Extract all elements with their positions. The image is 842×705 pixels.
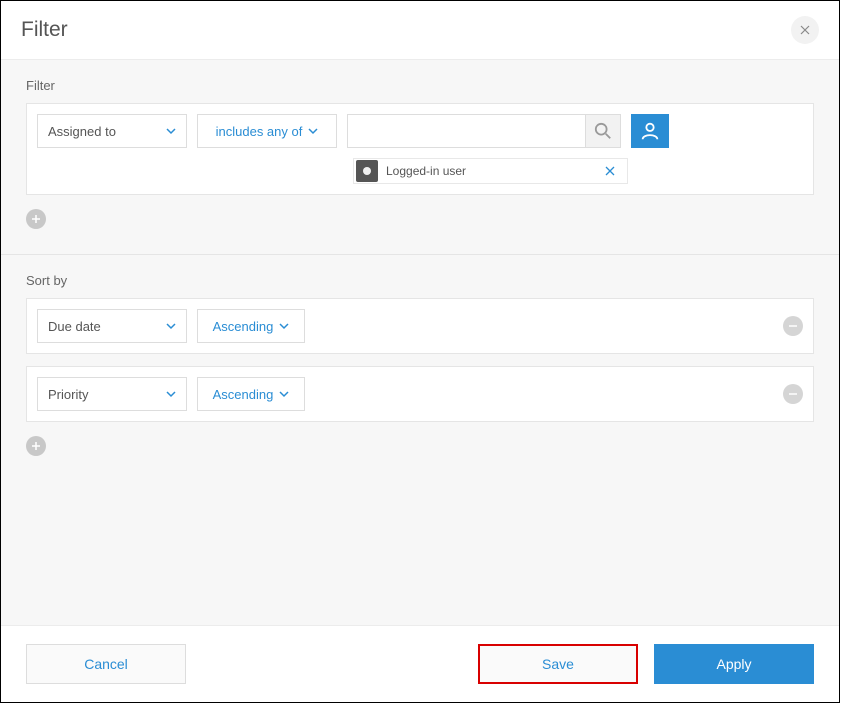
sort-section: Sort by Due date Ascending Priority [1, 255, 839, 474]
chevron-down-icon [166, 390, 176, 398]
dialog-title: Filter [21, 18, 68, 42]
chip-remove-button[interactable] [601, 163, 619, 179]
add-filter-button[interactable] [26, 209, 46, 229]
remove-sort-button[interactable] [783, 384, 803, 404]
sort-row-0: Due date Ascending [26, 298, 814, 354]
filter-section-label: Filter [26, 78, 814, 93]
search-group [347, 114, 621, 148]
plus-icon [31, 214, 41, 224]
close-icon [605, 166, 615, 176]
chevron-down-icon [279, 390, 289, 398]
filter-dialog: Filter Filter Assigned to includes any o… [0, 0, 840, 703]
dialog-content: Filter Assigned to includes any of [1, 60, 839, 625]
close-icon [800, 25, 810, 35]
dialog-footer: Cancel Save Apply [1, 625, 839, 702]
sort-row-1: Priority Ascending [26, 366, 814, 422]
sort-direction-select[interactable]: Ascending [197, 377, 305, 411]
add-sort-button[interactable] [26, 436, 46, 456]
sort-field-select[interactable]: Priority [37, 377, 187, 411]
minus-icon [788, 389, 798, 399]
chevron-down-icon [279, 322, 289, 330]
chevron-down-icon [166, 127, 176, 135]
dialog-header: Filter [1, 1, 839, 60]
plus-icon [31, 441, 41, 451]
filter-section: Filter Assigned to includes any of [1, 60, 839, 255]
chip-user-icon [356, 160, 378, 182]
minus-icon [788, 321, 798, 331]
apply-button[interactable]: Apply [654, 644, 814, 684]
sort-field-select[interactable]: Due date [37, 309, 187, 343]
sort-field-label: Due date [48, 319, 101, 334]
save-button[interactable]: Save [478, 644, 638, 684]
remove-sort-button[interactable] [783, 316, 803, 336]
filter-row: Assigned to includes any of [37, 114, 803, 148]
person-picker-button[interactable] [631, 114, 669, 148]
filter-value-input[interactable] [347, 114, 585, 148]
person-icon [639, 120, 661, 142]
filter-operator-select[interactable]: includes any of [197, 114, 337, 148]
search-button[interactable] [585, 114, 621, 148]
sort-direction-select[interactable]: Ascending [197, 309, 305, 343]
chevron-down-icon [166, 322, 176, 330]
sort-direction-label: Ascending [213, 319, 274, 334]
filter-chip: Logged-in user [353, 158, 628, 184]
chip-label: Logged-in user [380, 164, 601, 178]
sort-direction-label: Ascending [213, 387, 274, 402]
search-icon [594, 122, 612, 140]
filter-card: Assigned to includes any of [26, 103, 814, 195]
filter-field-label: Assigned to [48, 124, 116, 139]
cancel-button[interactable]: Cancel [26, 644, 186, 684]
filter-operator-label: includes any of [216, 124, 303, 139]
chevron-down-icon [308, 127, 318, 135]
close-button[interactable] [791, 16, 819, 44]
sort-field-label: Priority [48, 387, 88, 402]
sort-section-label: Sort by [26, 273, 814, 288]
filter-field-select[interactable]: Assigned to [37, 114, 187, 148]
